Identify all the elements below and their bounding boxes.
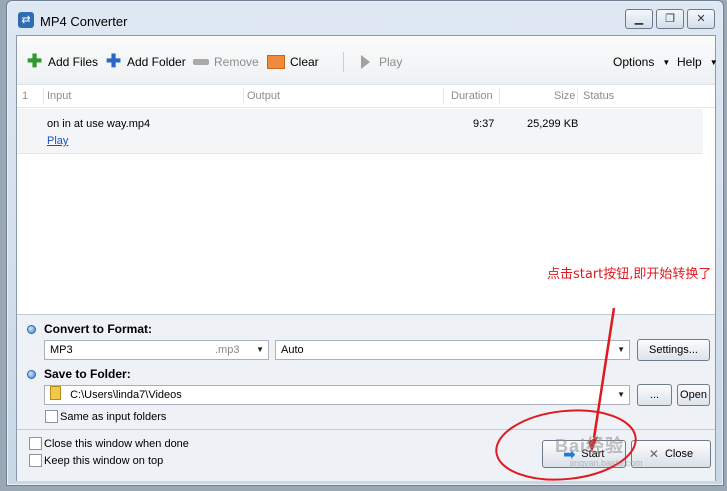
title-bar[interactable]: ⇄ MP4 Converter ▁ ❐ ✕	[7, 1, 723, 35]
format-select[interactable]: MP3 .mp3 ▼	[44, 340, 269, 360]
chevron-down-icon: ▼	[617, 345, 625, 354]
close-when-done-label: Close this window when done	[44, 438, 189, 450]
col-input[interactable]: Input	[47, 90, 71, 102]
options-label: Options	[613, 55, 655, 69]
table-row[interactable]: on in at use way.mp4 Play 9:37 25,299 KB	[17, 109, 703, 154]
app-window: ⇄ MP4 Converter ▁ ❐ ✕ ✚ Add Files ✚ Add …	[6, 0, 724, 486]
play-label: Play	[379, 55, 403, 69]
add-folder-button[interactable]: ✚ Add Folder	[106, 51, 186, 71]
add-folder-label: Add Folder	[127, 55, 186, 69]
format-value: MP3	[50, 344, 73, 356]
clear-button[interactable]: Clear	[267, 53, 319, 71]
col-status[interactable]: Status	[583, 90, 614, 102]
window-close-button[interactable]: ✕	[687, 9, 715, 29]
swap-arrows-icon: ⇄	[18, 12, 34, 28]
add-blue-plus-icon: ✚	[106, 51, 122, 71]
save-folder-label: Save to Folder:	[44, 367, 131, 381]
column-divider	[43, 88, 44, 104]
quality-select[interactable]: Auto ▼	[275, 340, 630, 360]
play-button[interactable]: Play	[357, 53, 402, 71]
toolbar: ✚ Add Files ✚ Add Folder Remove Clear Pl…	[17, 36, 718, 85]
folder-path-value: C:\Users\linda7\Videos	[70, 389, 182, 401]
remove-minus-icon	[193, 59, 209, 65]
format-extension: .mp3	[215, 344, 240, 356]
row-size: 25,299 KB	[527, 118, 579, 130]
col-duration[interactable]: Duration	[451, 90, 493, 102]
restore-button[interactable]: ❐	[656, 9, 684, 29]
eraser-icon	[267, 55, 285, 69]
minimize-button[interactable]: ▁	[625, 9, 653, 29]
same-as-input-checkbox[interactable]	[45, 410, 58, 423]
folder-icon	[50, 386, 61, 400]
chevron-down-icon: ▼	[709, 57, 718, 67]
chevron-down-icon: ▼	[256, 345, 264, 354]
open-folder-button[interactable]: Open	[677, 384, 710, 406]
row-duration: 9:37	[473, 118, 495, 130]
remove-label: Remove	[214, 55, 259, 69]
add-files-button[interactable]: ✚ Add Files	[27, 51, 99, 71]
same-as-input-label: Same as input folders	[60, 411, 167, 423]
blue-bullet-icon	[27, 325, 36, 334]
help-menu[interactable]: Help ▼	[677, 53, 718, 71]
close-label: Close	[664, 448, 694, 460]
settings-button[interactable]: Settings...	[637, 339, 710, 361]
convert-format-label: Convert to Format:	[44, 322, 152, 336]
col-output[interactable]: Output	[247, 90, 280, 102]
client-area: ✚ Add Files ✚ Add Folder Remove Clear Pl…	[16, 35, 718, 481]
quality-value: Auto	[281, 344, 304, 356]
row-play-link[interactable]: Play	[47, 135, 68, 147]
keep-on-top-label: Keep this window on top	[44, 455, 164, 467]
column-divider	[443, 88, 444, 104]
close-icon: ✕	[648, 447, 659, 461]
close-button[interactable]: ✕ Close	[631, 440, 711, 468]
settings-panel: Convert to Format: MP3 .mp3 ▼ Auto ▼ Set…	[17, 314, 715, 429]
keep-on-top-checkbox[interactable]	[29, 454, 42, 467]
remove-button[interactable]: Remove	[193, 53, 259, 71]
chevron-down-icon: ▼	[617, 390, 625, 399]
toolbar-divider	[343, 52, 344, 72]
close-when-done-checkbox[interactable]	[29, 437, 42, 450]
chevron-down-icon: ▼	[662, 57, 671, 67]
watermark-url: jingyan.baidu.com	[570, 458, 643, 468]
play-triangle-icon	[361, 55, 370, 69]
blue-bullet-icon	[27, 370, 36, 379]
row-input-filename: on in at use way.mp4	[47, 118, 151, 130]
folder-path-select[interactable]: C:\Users\linda7\Videos ▼	[44, 385, 630, 405]
options-menu[interactable]: Options ▼	[613, 53, 670, 71]
column-divider	[577, 88, 578, 104]
watermark: Bai经验	[555, 436, 625, 456]
add-green-plus-icon: ✚	[27, 51, 43, 71]
clear-label: Clear	[290, 55, 319, 69]
column-divider	[243, 88, 244, 104]
file-list-header: 1 Input Output Duration Size Status	[17, 85, 715, 108]
col-size[interactable]: Size	[554, 90, 575, 102]
add-files-label: Add Files	[48, 55, 99, 69]
window-title: MP4 Converter	[40, 14, 128, 29]
column-divider	[499, 88, 500, 104]
window-controls: ▁ ❐ ✕	[622, 9, 715, 29]
browse-button[interactable]: ...	[637, 384, 672, 406]
help-label: Help	[677, 55, 702, 69]
annotation-text: 点击start按钮,即开始转换了	[547, 267, 712, 282]
col-index: 1	[22, 90, 29, 102]
